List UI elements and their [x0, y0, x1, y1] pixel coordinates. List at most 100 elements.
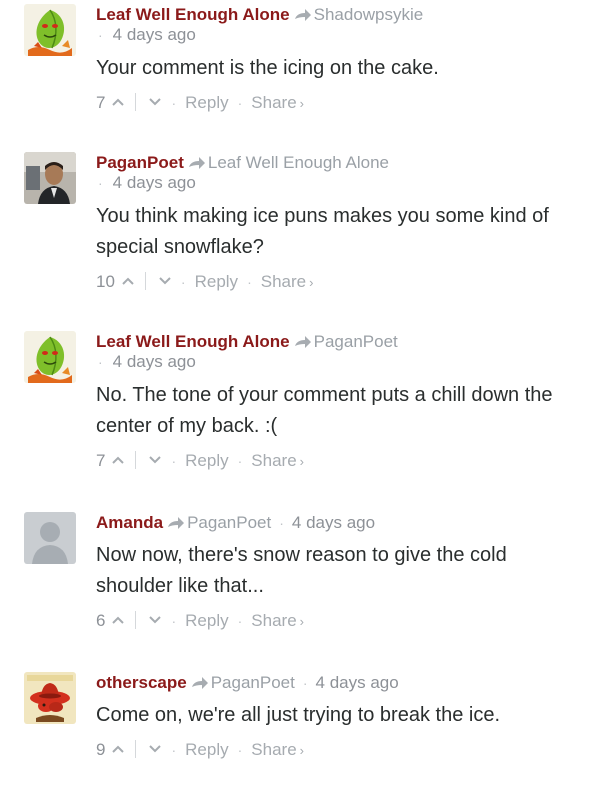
bullet-separator: ·	[247, 274, 252, 290]
timestamp[interactable]: 4 days ago	[113, 25, 196, 44]
comment-body: PaganPoet Leaf Well Enough Alone · 4 days …	[96, 152, 584, 294]
comment-header: PaganPoet Leaf Well Enough Alone	[96, 152, 584, 173]
comment-body: Leaf Well Enough Alone Shadowpsykie · 4 da…	[96, 4, 584, 115]
comment-header: Amanda PaganPoet · 4 days ago	[96, 512, 584, 534]
comment-thread: Leaf Well Enough Alone Shadowpsykie · 4 da…	[0, 0, 600, 785]
avatar[interactable]	[24, 4, 76, 56]
vote-divider	[135, 451, 137, 469]
chevron-right-icon: ›	[299, 743, 304, 758]
downvote-icon[interactable]	[148, 615, 162, 625]
reply-arrow-icon	[294, 9, 311, 21]
upvote-icon[interactable]	[111, 455, 125, 465]
parent-author[interactable]: Shadowpsykie	[314, 5, 424, 24]
chevron-right-icon: ›	[309, 275, 314, 290]
share-button[interactable]: Share	[261, 272, 306, 291]
bullet-separator: ·	[98, 175, 103, 191]
author-name[interactable]: Leaf Well Enough Alone	[96, 332, 290, 351]
downvote-icon[interactable]	[148, 455, 162, 465]
reply-button[interactable]: Reply	[185, 93, 228, 112]
reply-arrow-icon	[168, 517, 185, 529]
upvote-icon[interactable]	[111, 615, 125, 625]
bullet-separator: ·	[237, 95, 243, 111]
vote-divider	[144, 272, 146, 290]
bullet-separator: ·	[171, 95, 177, 111]
reply-button[interactable]: Reply	[195, 272, 238, 291]
green-leaf-character-avatar-icon	[24, 4, 76, 56]
reply-button[interactable]: Reply	[185, 740, 228, 759]
author-name[interactable]: otherscape	[96, 673, 187, 692]
reply-arrow-icon	[188, 157, 205, 169]
bullet-separator: ·	[279, 515, 284, 531]
comment-body: Leaf Well Enough Alone PaganPoet · 4 days …	[96, 331, 584, 473]
avatar[interactable]	[24, 672, 76, 724]
chevron-right-icon: ›	[299, 96, 304, 111]
vote-divider	[135, 611, 137, 629]
comment-text: You think making ice puns makes you some…	[96, 205, 549, 258]
timestamp[interactable]: 4 days ago	[292, 513, 375, 532]
vote-count: 7	[96, 93, 106, 112]
comment-text: Your comment is the icing on the cake.	[96, 57, 439, 79]
chevron-right-icon: ›	[299, 454, 304, 469]
bullet-separator: ·	[237, 453, 243, 469]
comment-body: Amanda PaganPoet · 4 days ago Now now, ther…	[96, 512, 584, 633]
green-leaf-character-avatar-icon	[24, 331, 76, 383]
time-line: · 4 days ago	[96, 352, 584, 372]
upvote-icon[interactable]	[121, 276, 135, 286]
comment-header: otherscape PaganPoet · 4 days ago	[96, 672, 584, 694]
default-user-avatar-icon	[24, 512, 76, 564]
parent-author[interactable]: PaganPoet	[187, 513, 271, 532]
vote-count: 9	[96, 740, 106, 759]
vote-divider	[135, 93, 137, 111]
timestamp[interactable]: 4 days ago	[113, 352, 196, 371]
comment-text: Now now, there's snow reason to give the…	[96, 544, 507, 597]
comic-sombrero-avatar-icon	[24, 672, 76, 724]
author-name[interactable]: Amanda	[96, 513, 163, 532]
parent-author[interactable]: PaganPoet	[314, 332, 398, 351]
avatar[interactable]	[24, 152, 76, 204]
vote-count: 10	[96, 272, 115, 291]
bullet-separator: ·	[302, 675, 308, 691]
downvote-icon[interactable]	[158, 276, 172, 286]
bullet-separator: ·	[171, 742, 177, 758]
comment-text: No. The tone of your comment puts a chil…	[96, 384, 553, 437]
share-button[interactable]: Share	[251, 611, 296, 630]
bullet-separator: ·	[171, 613, 177, 629]
timestamp[interactable]: 4 days ago	[316, 673, 399, 692]
vote-count: 7	[96, 451, 106, 470]
time-line: · 4 days ago	[96, 25, 584, 45]
comment-footer: 9 · Reply · Share ›	[96, 739, 584, 762]
avatar[interactable]	[24, 512, 76, 564]
timestamp[interactable]: 4 days ago	[113, 173, 196, 192]
comment-footer: 7 · Reply · Share ›	[96, 450, 584, 473]
bullet-separator: ·	[180, 274, 186, 290]
bullet-separator: ·	[98, 27, 103, 43]
reply-button[interactable]: Reply	[185, 451, 228, 470]
share-button[interactable]: Share	[251, 740, 296, 759]
author-name[interactable]: PaganPoet	[96, 153, 184, 172]
bullet-separator: ·	[98, 354, 103, 370]
time-line: · 4 days ago	[96, 173, 584, 193]
person-photo-avatar-icon	[24, 152, 76, 204]
bullet-separator: ·	[237, 742, 243, 758]
vote-count: 6	[96, 611, 106, 630]
share-button[interactable]: Share	[251, 93, 296, 112]
share-button[interactable]: Share	[251, 451, 296, 470]
comment-text: Come on, we're all just trying to break …	[96, 704, 501, 726]
bullet-separator: ·	[237, 613, 243, 629]
comment-header: Leaf Well Enough Alone Shadowpsykie	[96, 4, 584, 25]
parent-author[interactable]: PaganPoet	[211, 673, 295, 692]
chevron-right-icon: ›	[299, 614, 304, 629]
author-name[interactable]: Leaf Well Enough Alone	[96, 5, 290, 24]
downvote-icon[interactable]	[148, 97, 162, 107]
comment-footer: 6 · Reply · Share ›	[96, 610, 584, 633]
comment-header: Leaf Well Enough Alone PaganPoet	[96, 331, 584, 352]
comment-body: otherscape PaganPoet · 4 days ago Come on, …	[96, 672, 584, 762]
comment-footer: 10 · Reply · Share ›	[96, 271, 584, 294]
reply-arrow-icon	[294, 336, 311, 348]
parent-author[interactable]: Leaf Well Enough Alone	[208, 153, 389, 172]
downvote-icon[interactable]	[148, 744, 162, 754]
upvote-icon[interactable]	[111, 97, 125, 107]
reply-button[interactable]: Reply	[185, 611, 228, 630]
avatar[interactable]	[24, 331, 76, 383]
upvote-icon[interactable]	[111, 744, 125, 754]
